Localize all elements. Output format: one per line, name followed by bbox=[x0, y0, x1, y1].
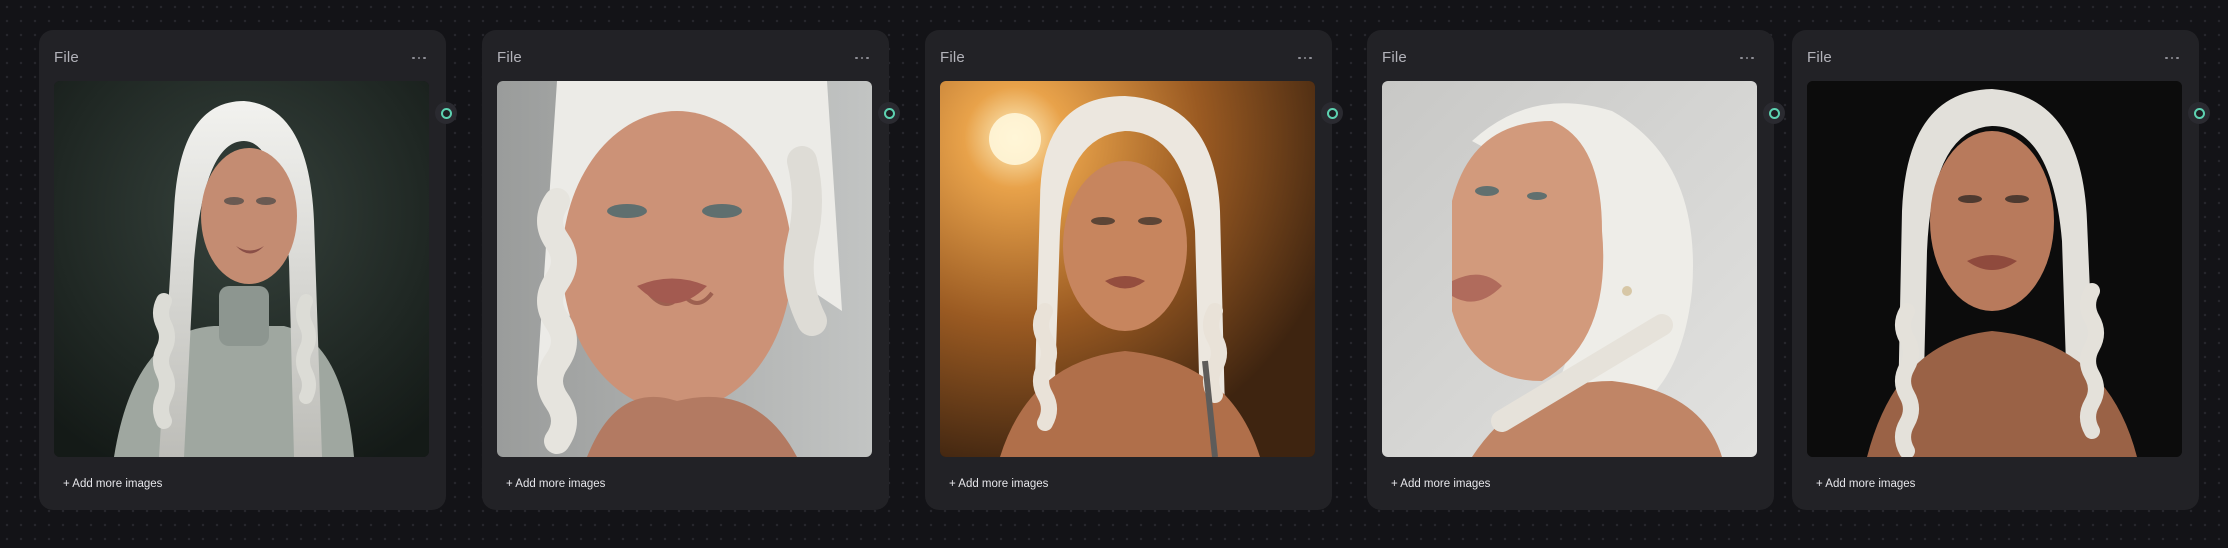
output-handle[interactable] bbox=[435, 102, 457, 124]
file-node-5[interactable]: File + Add more images bbox=[1792, 30, 2210, 510]
file-node-3[interactable]: File + Add more images bbox=[925, 30, 1343, 510]
add-more-images-button[interactable]: + Add more images bbox=[1816, 478, 1915, 490]
ellipsis-icon[interactable] bbox=[2159, 48, 2185, 68]
node-title: File bbox=[54, 49, 79, 66]
portrait-image bbox=[497, 81, 872, 457]
output-handle[interactable] bbox=[1763, 102, 1785, 124]
image-preview[interactable] bbox=[1382, 81, 1757, 457]
file-node-1[interactable]: File + Add more images bbox=[39, 30, 457, 510]
node-title: File bbox=[1382, 49, 1407, 66]
image-preview[interactable] bbox=[940, 81, 1315, 457]
node-title: File bbox=[940, 49, 965, 66]
ellipsis-icon[interactable] bbox=[1734, 48, 1760, 68]
portrait-image bbox=[940, 81, 1315, 457]
add-more-images-button[interactable]: + Add more images bbox=[63, 478, 162, 490]
image-preview[interactable] bbox=[497, 81, 872, 457]
output-handle[interactable] bbox=[2188, 102, 2210, 124]
ellipsis-icon[interactable] bbox=[849, 48, 875, 68]
portrait-image bbox=[1807, 81, 2182, 457]
add-more-images-button[interactable]: + Add more images bbox=[506, 478, 605, 490]
add-more-images-button[interactable]: + Add more images bbox=[949, 478, 1048, 490]
ellipsis-icon[interactable] bbox=[1292, 48, 1318, 68]
node-title: File bbox=[1807, 49, 1832, 66]
ellipsis-icon[interactable] bbox=[406, 48, 432, 68]
image-preview[interactable] bbox=[1807, 81, 2182, 457]
file-node-4[interactable]: File + Add more images bbox=[1367, 30, 1785, 510]
node-title: File bbox=[497, 49, 522, 66]
output-handle[interactable] bbox=[878, 102, 900, 124]
file-node-2[interactable]: File + Add more images bbox=[482, 30, 900, 510]
portrait-image bbox=[1382, 81, 1757, 457]
portrait-image bbox=[54, 81, 429, 457]
image-preview[interactable] bbox=[54, 81, 429, 457]
add-more-images-button[interactable]: + Add more images bbox=[1391, 478, 1490, 490]
node-canvas[interactable]: File + Add more images File + Add more i… bbox=[0, 0, 2228, 548]
output-handle[interactable] bbox=[1321, 102, 1343, 124]
